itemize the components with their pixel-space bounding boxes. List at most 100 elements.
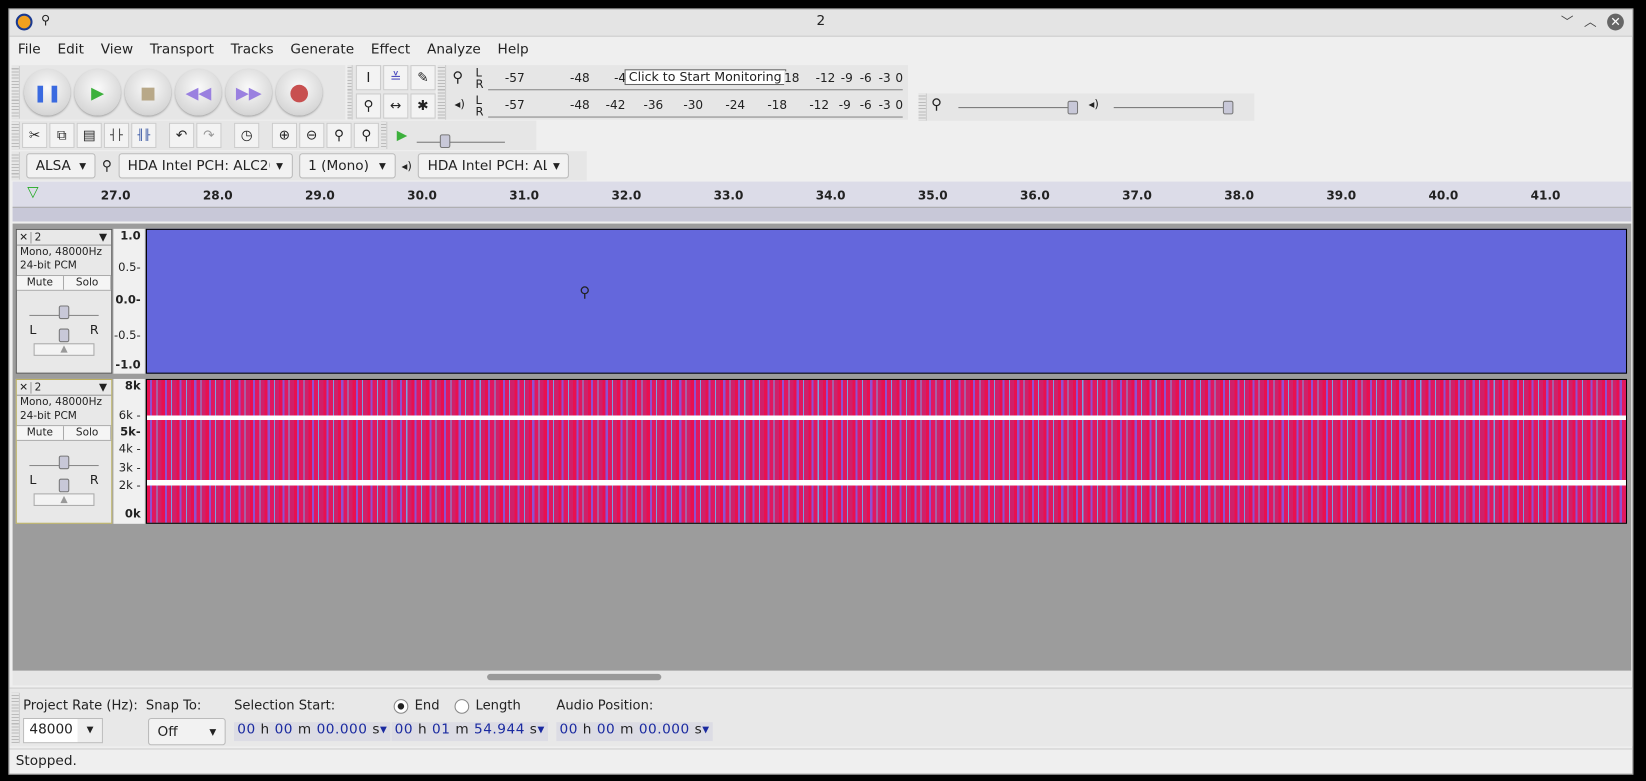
speaker-icon[interactable]: ◂): [455, 98, 472, 112]
audio-host-select[interactable]: ALSA ▾: [26, 153, 96, 179]
trim-icon[interactable]: ┤├: [103, 122, 130, 149]
monitoring-tooltip[interactable]: Click to Start Monitoring: [624, 69, 786, 86]
menu-analyze[interactable]: Analyze: [419, 38, 490, 63]
ruler-tick-label: 35.0: [917, 187, 948, 203]
track-name-menu[interactable]: 2: [31, 231, 98, 243]
pause-button[interactable]: ❚❚: [24, 69, 71, 116]
zoom-cursor-icon: ⚲: [579, 284, 591, 302]
toolbar-grip[interactable]: [11, 152, 20, 180]
stop-button[interactable]: ■: [124, 69, 172, 116]
draw-tool-icon[interactable]: ✎: [410, 65, 436, 91]
toolbar-grip[interactable]: [918, 93, 927, 121]
audio-position-time[interactable]: 00 h 00 m 00.000 s▾: [556, 722, 713, 742]
end-radio[interactable]: ●: [393, 699, 409, 714]
solo-button[interactable]: Solo: [64, 426, 112, 440]
timeline-ruler[interactable]: ▽ 27.0 28.0 29.0 30.0 31.0 32.0 33.0 34.0 35.0 36…: [12, 181, 1632, 222]
track-bit-depth: 24-bit PCM: [19, 410, 77, 422]
title-bar: ⚲ 2 ﹀ ︿ ✕: [9, 9, 1633, 37]
paste-icon[interactable]: ▤: [76, 122, 102, 149]
silence-icon[interactable]: ╢╟: [131, 122, 157, 149]
horizontal-scrollbar[interactable]: [12, 670, 1632, 686]
play-speed-slider[interactable]: [416, 122, 505, 149]
skip-start-button[interactable]: ◀◀: [175, 69, 222, 116]
toolbar-grip[interactable]: [437, 65, 447, 120]
menu-tracks[interactable]: Tracks: [222, 38, 282, 63]
recording-channels-select[interactable]: 1 (Mono) ▾: [298, 153, 396, 179]
close-icon[interactable]: ✕: [1607, 13, 1624, 31]
menu-edit[interactable]: Edit: [49, 38, 92, 63]
collapse-track-button[interactable]: ▲: [33, 343, 95, 356]
waveform-display[interactable]: ⚲: [145, 228, 1628, 374]
sync-lock-icon[interactable]: ◷: [234, 122, 260, 149]
play-meter-tick: -57: [504, 97, 525, 113]
copy-icon[interactable]: ⧉: [49, 122, 75, 149]
toolbar-grip[interactable]: [347, 65, 353, 120]
length-radio[interactable]: [454, 699, 470, 714]
mute-button[interactable]: Mute: [16, 426, 65, 440]
scrollbar-thumb[interactable]: [487, 673, 662, 681]
microphone-icon[interactable]: ⚲: [452, 69, 471, 86]
envelope-tool-icon[interactable]: ≚: [383, 65, 409, 91]
recording-device-select[interactable]: HDA Intel PCH: ALC26 ▾: [118, 153, 293, 179]
toolbar-grip[interactable]: [11, 121, 20, 150]
ruler-tick-label: 31.0: [509, 187, 540, 203]
ruler-selection-strip[interactable]: [12, 206, 1632, 222]
zoom-out-icon[interactable]: ⊖: [299, 122, 325, 149]
solo-button[interactable]: Solo: [64, 276, 112, 290]
record-meter[interactable]: -57 -48 -4 Click to Start Monitoring 18 -12…: [488, 67, 904, 91]
pan-slider[interactable]: LR: [21, 316, 107, 343]
menu-transport[interactable]: Transport: [142, 38, 223, 63]
output-volume-slider[interactable]: [1113, 100, 1234, 115]
play-head-icon[interactable]: ▽: [27, 184, 38, 201]
project-rate-combo[interactable]: 48000 ▾: [23, 717, 103, 744]
playback-meter[interactable]: -57 -48 -42 -36 -30 -24 -18 -12 -9 -6 -3 0: [488, 94, 904, 118]
snap-to-select[interactable]: Off ▾: [148, 717, 226, 746]
toolbar-grip[interactable]: [11, 692, 20, 744]
play-meter-channels: LR: [475, 94, 484, 118]
menu-help[interactable]: Help: [489, 38, 537, 63]
redo-icon[interactable]: ↷: [196, 122, 222, 149]
ruler-tick-label: 36.0: [1019, 187, 1050, 203]
ruler-tick-label: 39.0: [1326, 187, 1357, 203]
close-track-icon[interactable]: ✕: [17, 231, 32, 244]
play-at-speed-button[interactable]: ▶: [389, 123, 414, 148]
selection-end-time[interactable]: 00 h 01 m 54.944 s▾: [391, 722, 548, 742]
selection-start-time[interactable]: 00 h 00 m 00.000 s▾: [234, 722, 391, 742]
record-button[interactable]: ●: [276, 69, 323, 116]
cut-icon[interactable]: ✂: [22, 122, 48, 149]
screen: ⚲ 2 ﹀ ︿ ✕ File Edit View Transport Track…: [0, 0, 1646, 781]
input-volume-slider[interactable]: [958, 100, 1079, 115]
zoom-tool-icon[interactable]: ⚲: [355, 93, 382, 119]
mute-button[interactable]: Mute: [16, 276, 65, 290]
menu-view[interactable]: View: [92, 38, 141, 63]
fit-selection-icon[interactable]: ⚲: [326, 122, 352, 149]
playback-device-select[interactable]: HDA Intel PCH: AL ▾: [418, 153, 570, 179]
fit-project-icon[interactable]: ⚲: [353, 122, 379, 149]
window-title: 2: [816, 13, 826, 30]
gain-slider[interactable]: [29, 441, 99, 470]
ruler-tick-label: 34.0: [815, 187, 846, 203]
selection-tool-icon[interactable]: I: [355, 65, 382, 91]
play-button[interactable]: ▶: [74, 69, 121, 116]
track-area: ✕ 2 ▼ Mono, 48000Hz 24-bit PCM Mute Solo L…: [12, 223, 1632, 671]
multi-tool-icon[interactable]: ✱: [410, 93, 436, 119]
zoom-in-icon[interactable]: ⊕: [271, 122, 298, 149]
track-format: Mono, 48000Hz: [19, 396, 102, 409]
spectrogram-display[interactable]: [145, 378, 1628, 524]
menu-file[interactable]: File: [9, 38, 49, 63]
pan-slider[interactable]: LR: [21, 466, 107, 493]
skip-end-button[interactable]: ▶▶: [225, 69, 272, 116]
collapse-track-button[interactable]: ▲: [33, 493, 95, 506]
ruler-tick-label: 38.0: [1224, 187, 1255, 203]
track-name-menu[interactable]: 2: [31, 382, 98, 394]
toolbar-grip[interactable]: [381, 121, 388, 150]
menu-effect[interactable]: Effect: [363, 38, 419, 63]
maximize-icon[interactable]: ︿: [1582, 14, 1599, 31]
timeshift-tool-icon[interactable]: ↔: [383, 93, 409, 119]
minimize-icon[interactable]: ﹀: [1559, 14, 1576, 31]
undo-icon[interactable]: ↶: [169, 122, 195, 149]
menu-generate[interactable]: Generate: [282, 38, 363, 63]
close-track-icon[interactable]: ✕: [17, 381, 32, 394]
gain-slider[interactable]: [29, 291, 99, 320]
toolbar-grip[interactable]: [11, 66, 20, 119]
